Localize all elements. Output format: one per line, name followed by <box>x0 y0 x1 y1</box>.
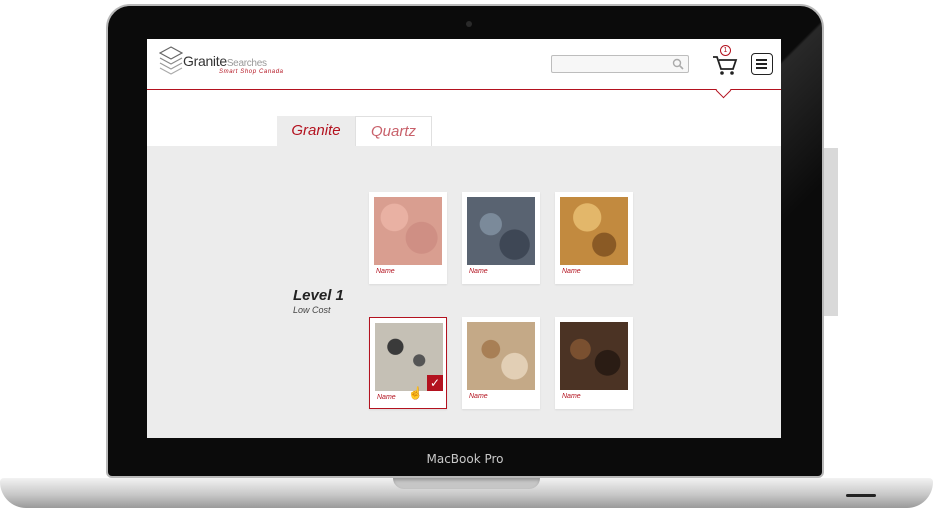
product-card[interactable]: Name <box>369 192 447 284</box>
level-subtitle: Low Cost <box>293 305 331 315</box>
product-card[interactable]: Name <box>555 192 633 284</box>
product-card[interactable]: Name <box>555 317 633 409</box>
product-name: Name <box>562 268 581 275</box>
menu-icon-bar <box>756 67 767 69</box>
product-name: Name <box>469 268 488 275</box>
cart-count-badge: 1 <box>720 45 731 56</box>
screen: GraniteSearches Smart Shop Canada 1 Gran… <box>147 39 781 438</box>
logo-tagline: Smart Shop Canada <box>219 69 284 75</box>
cart-button[interactable]: 1 <box>712 45 738 77</box>
laptop-base <box>0 478 933 508</box>
product-name: Name <box>562 393 581 400</box>
base-foot <box>846 494 876 497</box>
hand-cursor-icon: ☝ <box>408 386 423 400</box>
menu-button[interactable] <box>751 53 773 75</box>
camera-icon <box>466 21 472 27</box>
brand-secondary: Searches <box>226 58 267 69</box>
tab-quartz[interactable]: Quartz <box>355 116 432 146</box>
product-card-selected[interactable]: ✓ ☝ Name <box>369 317 447 409</box>
menu-icon-bar <box>756 63 767 65</box>
search-box[interactable] <box>551 55 689 73</box>
granite-swatch <box>560 197 628 265</box>
tab-granite[interactable]: Granite <box>277 116 355 146</box>
search-icon[interactable] <box>672 58 684 70</box>
device-label: MacBook Pro <box>426 452 504 466</box>
granite-swatch <box>467 197 535 265</box>
logo-brand: GraniteSearches <box>183 53 267 69</box>
site-header: GraniteSearches Smart Shop Canada 1 <box>147 39 781 90</box>
granite-swatch <box>374 197 442 265</box>
product-name: Name <box>469 393 488 400</box>
product-name: Name <box>376 268 395 275</box>
logo-stack-icon <box>159 46 183 75</box>
site-logo[interactable]: GraniteSearches Smart Shop Canada <box>159 45 299 85</box>
menu-icon <box>756 59 767 61</box>
granite-swatch <box>467 322 535 390</box>
level-title: Level 1 <box>293 287 344 304</box>
product-card[interactable]: Name <box>462 317 540 409</box>
product-name: Name <box>377 394 396 401</box>
base-notch <box>393 478 540 489</box>
side-panel-shadow <box>824 148 838 316</box>
search-input[interactable] <box>556 58 670 72</box>
brand-main: Granite <box>183 53 227 69</box>
product-card[interactable]: Name <box>462 192 540 284</box>
selected-check-icon: ✓ <box>427 375 443 391</box>
granite-swatch <box>560 322 628 390</box>
